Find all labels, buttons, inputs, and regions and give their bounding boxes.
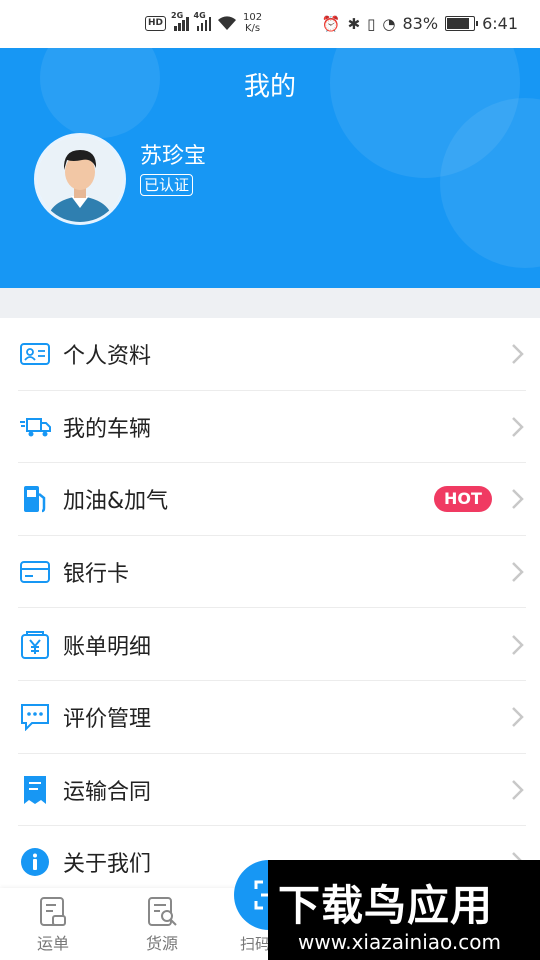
chevron-right-icon <box>512 344 524 365</box>
avatar-person-icon <box>37 136 123 222</box>
clock: 6:41 <box>482 14 518 33</box>
menu-item-transport-contract[interactable]: 运输合同 <box>0 754 540 827</box>
waybill-icon <box>40 897 66 926</box>
cargo-search-icon <box>148 897 177 926</box>
menu-item-my-vehicles[interactable]: 我的车辆 <box>0 391 540 464</box>
menu-item-review-management[interactable]: 评价管理 <box>0 681 540 754</box>
id-card-icon <box>19 338 51 370</box>
info-icon <box>19 846 51 878</box>
scan-label: 扫码 <box>240 935 271 953</box>
bill-yen-icon <box>19 629 51 661</box>
status-bar-right: ⏰ ✱ ▯ ◔ 83% 6:41 <box>322 14 518 33</box>
nav-tab-cargo-source[interactable]: 货源 <box>132 896 192 954</box>
wifi-icon <box>218 16 237 30</box>
watermark-title: 下载鸟应用 <box>278 881 494 930</box>
menu-item-fuel-gas[interactable]: 加油&加气 HOT <box>0 463 540 536</box>
signal-icon: 4G <box>194 11 212 31</box>
menu-item-label: 评价管理 <box>63 707 152 733</box>
chevron-right-icon <box>512 417 524 437</box>
vibrate-icon: ▯ <box>367 14 376 33</box>
network-speed-value: 102 <box>243 12 263 23</box>
contract-icon <box>19 774 51 806</box>
menu-item-label: 关于我们 <box>63 852 152 878</box>
menu-item-label: 运输合同 <box>63 779 152 805</box>
settings-menu: 个人资料 我的车辆 加油&加气 HOT 银行卡 账单明细 评价管理 运输合同 关… <box>0 318 540 899</box>
username: 苏珍宝 <box>140 144 207 169</box>
chevron-right-icon <box>512 489 524 510</box>
truck-icon <box>19 411 51 443</box>
menu-item-label: 加油&加气 <box>63 489 169 515</box>
sim2-network-label: 4G <box>193 11 206 20</box>
nav-tab-waybill[interactable]: 运单 <box>23 896 83 954</box>
menu-item-bank-card[interactable]: 银行卡 <box>0 536 540 609</box>
sim1-network-label: 2G <box>171 11 184 20</box>
menu-item-label: 个人资料 <box>63 344 152 370</box>
page-title: 我的 <box>243 72 296 102</box>
menu-item-label: 我的车辆 <box>63 416 152 442</box>
watermark: 下载鸟应用 www.xiazainiao.com <box>268 860 540 960</box>
nav-tab-label: 运单 <box>36 934 69 953</box>
nav-tab-label: 货源 <box>145 934 178 953</box>
menu-item-bill-details[interactable]: 账单明细 <box>0 608 540 681</box>
chevron-right-icon <box>512 707 524 728</box>
bluetooth-icon: ✱ <box>347 14 361 33</box>
hot-badge: HOT <box>434 486 492 513</box>
status-bar: HD 2G 4G 102 K/s ⏰ ✱ ▯ ◔ 83% 6:41 <box>0 0 540 48</box>
comment-icon <box>19 701 51 733</box>
watermark-url: www.xiazainiao.com <box>298 930 501 954</box>
signal-icon: 2G <box>171 11 189 31</box>
network-speed: 102 K/s <box>243 12 262 34</box>
chevron-right-icon <box>512 634 524 655</box>
battery-percent: 83% <box>402 14 439 33</box>
section-divider <box>0 288 540 318</box>
battery-icon <box>445 16 479 31</box>
status-bar-left: HD 2G 4G 102 K/s <box>145 11 262 34</box>
avatar[interactable] <box>34 133 126 225</box>
profile-header: 我的 苏珍宝 已认证 <box>0 48 540 288</box>
hd-indicator: HD <box>145 15 167 31</box>
verified-badge: 已认证 <box>140 174 194 196</box>
chevron-right-icon <box>512 779 524 800</box>
menu-item-label: 银行卡 <box>63 562 130 588</box>
fuel-pump-icon <box>19 483 51 515</box>
data-saver-icon: ◔ <box>382 14 396 33</box>
chevron-right-icon <box>512 562 524 582</box>
network-speed-unit: K/s <box>244 23 261 34</box>
bank-card-icon <box>19 556 51 588</box>
menu-item-personal-info[interactable]: 个人资料 <box>0 318 540 391</box>
alarm-icon: ⏰ <box>321 14 341 33</box>
menu-item-label: 账单明细 <box>63 634 152 660</box>
